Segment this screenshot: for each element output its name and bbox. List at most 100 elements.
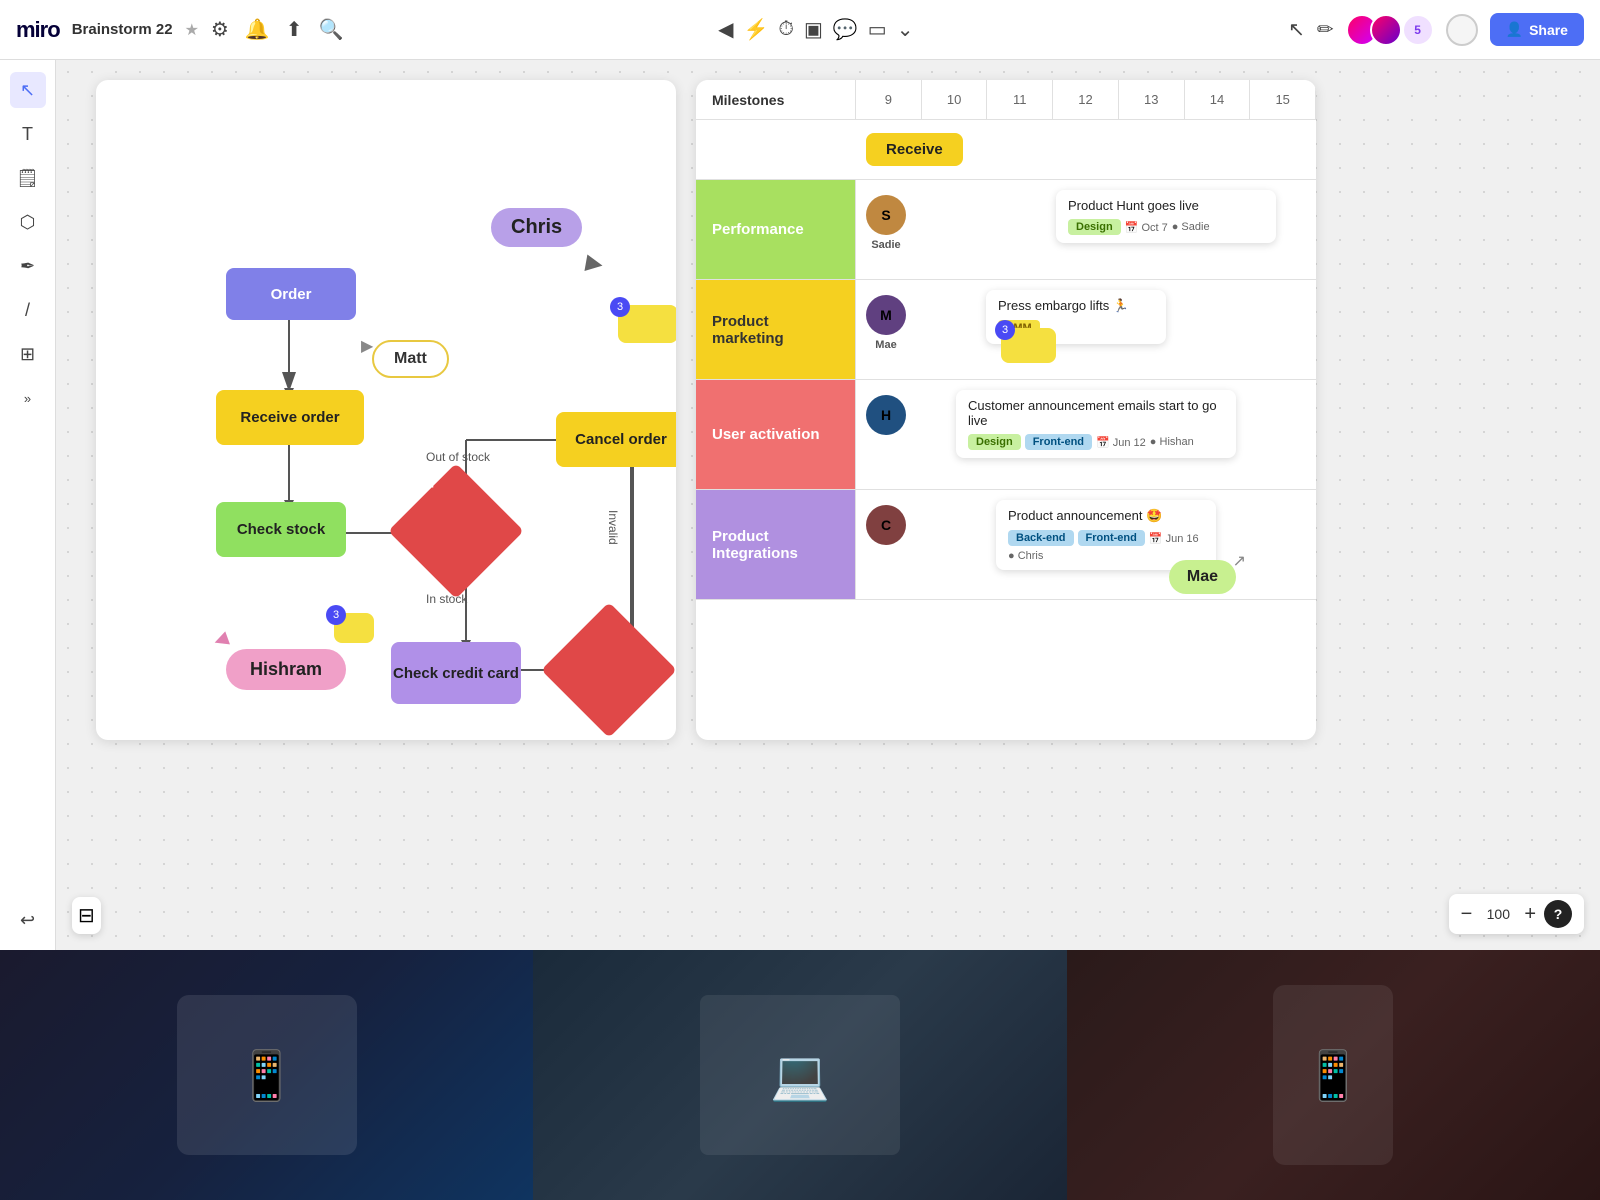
help-button[interactable]: ? xyxy=(1544,900,1572,928)
frontend-tag-2: Front-end xyxy=(1078,530,1145,546)
date-col-12: 12 xyxy=(1053,80,1119,119)
template-icon[interactable]: ▣ xyxy=(804,17,823,42)
share-label: Share xyxy=(1529,22,1568,38)
cancel-order-node[interactable]: Cancel order xyxy=(556,412,676,467)
zoom-in-button[interactable]: + xyxy=(1524,903,1536,926)
share-button[interactable]: 👤 Share xyxy=(1490,13,1584,46)
customer-announcement-card[interactable]: Customer announcement emails start to go… xyxy=(956,390,1236,458)
invalid-label: Invalid xyxy=(606,510,620,545)
zoom-out-button[interactable]: − xyxy=(1461,903,1473,926)
line-tool[interactable]: / xyxy=(10,292,46,328)
order-label: Order xyxy=(271,286,312,303)
timer-icon[interactable]: ⏱ xyxy=(778,18,794,41)
pen-tool-icon[interactable]: ✏ xyxy=(1317,17,1334,42)
upload-icon[interactable]: ⬆ xyxy=(286,17,303,42)
settings-icon[interactable]: ⚙ xyxy=(211,17,229,42)
comment-icon[interactable]: 💬 xyxy=(833,17,858,42)
phone-placeholder: 📱 xyxy=(1273,985,1393,1165)
timeline-header: Milestones 9 10 11 12 13 14 15 xyxy=(696,80,1316,120)
check-credit-node[interactable]: Check credit card xyxy=(391,642,521,704)
text-tool[interactable]: T xyxy=(10,116,46,152)
receive-row: Receive xyxy=(696,120,1316,180)
date-col-15: 15 xyxy=(1250,80,1316,119)
mae-tl-cursor: ↗ xyxy=(1233,551,1246,571)
frontend-tag: Front-end xyxy=(1025,434,1092,450)
timeline-body: Performance S Sadie Product Hunt goes li… xyxy=(696,180,1316,600)
timeline-panel: Milestones 9 10 11 12 13 14 15 Receive xyxy=(696,80,1316,740)
in-stock-text: In stock xyxy=(426,592,467,606)
cancel-order-label: Cancel order xyxy=(575,431,667,448)
more-icon[interactable]: ⌄ xyxy=(897,17,914,42)
left-toolbar: ↖ T 🗒 ⬡ ✒ / ⊞ » ↩ xyxy=(0,60,56,950)
laptop-icon: 💻 xyxy=(770,1047,830,1104)
mae-avatar: M xyxy=(866,295,906,335)
share-icon: 👤 xyxy=(1506,21,1523,38)
design-tag: Design xyxy=(1068,219,1121,235)
matt-label: Matt xyxy=(394,350,427,367)
chris-tl-avatar: C xyxy=(866,505,906,545)
canvas-area[interactable]: Chris ▶ Matt ▶ Order Receive order xyxy=(56,60,1600,950)
product-announcement-title: Product announcement 🤩 xyxy=(1008,508,1204,524)
flowchart-panel: Chris ▶ Matt ▶ Order Receive order xyxy=(96,80,676,740)
cursor-tool[interactable]: ↖ xyxy=(10,72,46,108)
bottom-img-2-content: 💻 xyxy=(533,950,1066,1200)
apps-icon[interactable]: ▭ xyxy=(868,17,887,42)
chris-tl-name: Chris xyxy=(872,549,900,561)
customer-date: 📅 Jun 12 xyxy=(1096,436,1146,449)
main-area: ↖ T 🗒 ⬡ ✒ / ⊞ » ↩ xyxy=(0,60,1600,950)
matt-bubble: Matt xyxy=(372,340,449,378)
date-col-13: 13 xyxy=(1119,80,1185,119)
mae-avatar-wrap: M Mae xyxy=(866,295,906,351)
zoom-percent: 100 xyxy=(1480,906,1516,922)
star-icon[interactable]: ★ xyxy=(185,20,199,40)
zoom-controls: − 100 + ? xyxy=(1449,894,1584,934)
receive-button[interactable]: Receive xyxy=(866,133,963,166)
avatar-2 xyxy=(1370,14,1402,46)
pen-tool[interactable]: ✒ xyxy=(10,248,46,284)
shape-tool[interactable]: ⬡ xyxy=(10,204,46,240)
tablet-placeholder: 📱 xyxy=(177,995,357,1155)
chris-bubble: Chris xyxy=(491,208,582,247)
cursor-tool-icon[interactable]: ↖ xyxy=(1288,17,1305,42)
panel-toggle-button[interactable]: ⊟ xyxy=(72,897,101,934)
laptop-placeholder: 💻 xyxy=(700,995,900,1155)
miro-logo: miro xyxy=(16,17,60,43)
mae-name: Mae xyxy=(875,339,896,351)
performance-label: Performance xyxy=(696,180,856,280)
check-stock-node[interactable]: Check stock xyxy=(216,502,346,557)
product-hunt-tags: Design 📅 Oct 7 ● Sadie xyxy=(1068,219,1264,235)
search-icon[interactable]: 🔍 xyxy=(319,17,344,42)
tl-comment-wrap: 3 xyxy=(1001,328,1056,363)
hishram-cursor: ◀ xyxy=(211,627,231,651)
card-valid-label: Card valid? xyxy=(544,608,579,636)
performance-row: Performance S Sadie Product Hunt goes li… xyxy=(696,180,1316,280)
bell-icon[interactable]: 🔔 xyxy=(245,17,270,42)
user-activation-content: H Hisham Customer announcement emails st… xyxy=(856,380,1316,490)
in-stock-label: In stock? xyxy=(379,476,436,491)
product-hunt-card[interactable]: Product Hunt goes live Design 📅 Oct 7 ● … xyxy=(1056,190,1276,243)
sadie-name: Sadie xyxy=(871,239,900,251)
date-col-9: 9 xyxy=(856,80,922,119)
order-node[interactable]: Order xyxy=(226,268,356,320)
frame-tool[interactable]: ⊞ xyxy=(10,336,46,372)
check-stock-label: Check stock xyxy=(237,521,325,538)
design-tag-2: Design xyxy=(968,434,1021,450)
flowchart-inner: Chris ▶ Matt ▶ Order Receive order xyxy=(96,80,676,740)
lightning-icon[interactable]: ⚡ xyxy=(743,17,768,42)
back-icon[interactable]: ◀ xyxy=(718,17,733,42)
topbar: miro Brainstorm 22 ★ ⚙ 🔔 ⬆ 🔍 ◀ ⚡ ⏱ ▣ 💬 ▭… xyxy=(0,0,1600,60)
hishram-bubble: Hishram xyxy=(226,649,346,690)
sticky-tool[interactable]: 🗒 xyxy=(10,160,46,196)
comment-badge-1: 3 xyxy=(610,297,630,317)
product-integrations-content: C Chris Product announcement 🤩 Back-end … xyxy=(856,490,1316,600)
topbar-right: ↖ ✏ 5 👤 Share xyxy=(1288,13,1584,46)
matt-cursor: ▶ xyxy=(361,336,373,356)
undo-tool[interactable]: ↩ xyxy=(10,902,46,938)
board-title[interactable]: Brainstorm 22 xyxy=(72,21,173,38)
more-tools[interactable]: » xyxy=(10,380,46,416)
press-embargo-title: Press embargo lifts 🏃 xyxy=(998,298,1154,314)
receive-order-node[interactable]: Receive order xyxy=(216,390,364,445)
sadie-avatar: S xyxy=(866,195,906,235)
bottom-img-1-content: 📱 xyxy=(0,950,533,1200)
phone-icon: 📱 xyxy=(1303,1047,1363,1104)
